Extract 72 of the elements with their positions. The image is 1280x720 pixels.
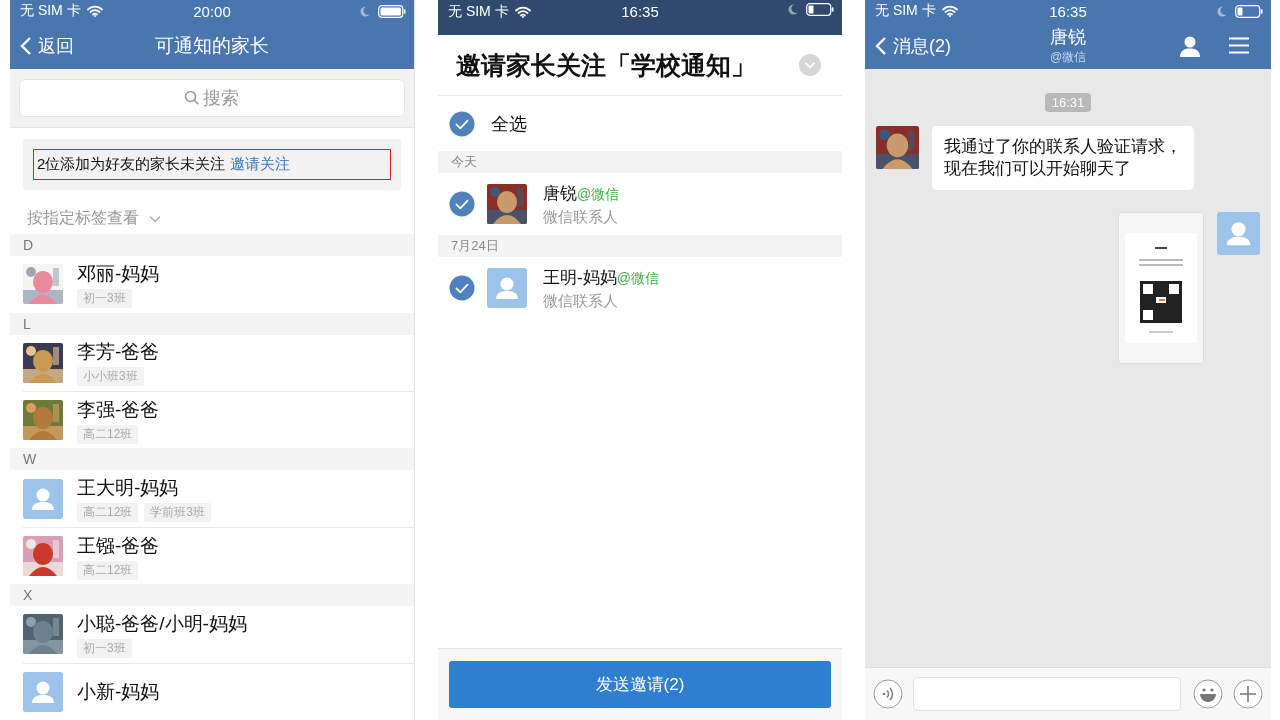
contact-row[interactable]: 王大明-妈妈 高二12班 学前班3班 bbox=[23, 470, 414, 527]
clock-time: 16:35 bbox=[621, 3, 659, 20]
contact-type: 微信联系人 bbox=[543, 207, 619, 227]
class-tag: 初一3班 bbox=[77, 638, 132, 658]
menu-icon[interactable] bbox=[1229, 37, 1249, 54]
notice-text: 2位添加为好友的家长未关注 邀请关注 bbox=[33, 149, 391, 180]
section-header: W bbox=[10, 448, 414, 471]
send-invite-button[interactable]: 发送邀请(2) bbox=[449, 661, 831, 708]
class-tag: 初一3班 bbox=[77, 288, 132, 308]
plus-icon[interactable] bbox=[1233, 679, 1263, 709]
back-icon bbox=[20, 35, 32, 56]
back-button[interactable]: 返回 bbox=[20, 33, 74, 58]
back-button[interactable]: 消息(2) bbox=[875, 33, 951, 58]
chat-title: 唐锐 bbox=[1050, 26, 1086, 49]
search-field[interactable]: 搜索 bbox=[19, 79, 405, 117]
search-icon bbox=[184, 90, 200, 106]
carrier-label: 无 SIM 卡 bbox=[875, 2, 936, 20]
moon-icon bbox=[360, 5, 370, 17]
contact-name: 王明-妈妈 bbox=[543, 266, 617, 289]
section-header: X bbox=[10, 584, 414, 607]
class-tag: 小小班3班 bbox=[77, 367, 144, 387]
select-all-label: 全选 bbox=[491, 112, 527, 136]
checkbox[interactable] bbox=[449, 275, 475, 301]
chevron-down-icon bbox=[149, 214, 161, 223]
contact-name: 邓丽-妈妈 bbox=[77, 261, 160, 286]
sheet-title: 邀请家长关注「学校通知」 bbox=[456, 49, 756, 81]
contact-name: 李强-爸爸 bbox=[77, 397, 160, 422]
section-header: L bbox=[10, 312, 414, 335]
invite-row[interactable]: 王明-妈妈@微信 微信联系人 bbox=[438, 257, 842, 319]
class-tag: 学前班3班 bbox=[144, 503, 212, 523]
chat-subtitle: @微信 bbox=[1049, 49, 1087, 66]
date-header: 7月24日 bbox=[438, 235, 842, 257]
message-input[interactable] bbox=[913, 677, 1181, 711]
carrier-label: 无 SIM 卡 bbox=[448, 3, 509, 21]
voice-icon[interactable] bbox=[873, 679, 903, 709]
contact-name: 唐锐 bbox=[543, 182, 577, 205]
moon-icon bbox=[788, 4, 798, 15]
message-bubble: 我通过了你的联系人验证请求，现在我们可以开始聊天了 bbox=[932, 126, 1194, 190]
time-badge: 16:31 bbox=[1044, 93, 1092, 112]
contact-row[interactable]: 小聪-爸爸/小明-妈妈 初一3班 bbox=[23, 606, 414, 663]
contact-type: 微信联系人 bbox=[543, 291, 619, 311]
contact-name: 小新-妈妈 bbox=[77, 679, 160, 704]
class-tag: 高二12班 bbox=[77, 424, 139, 444]
wifi-icon bbox=[86, 5, 103, 17]
clock-time: 16:35 bbox=[1049, 2, 1087, 20]
invite-link[interactable]: 邀请关注 bbox=[229, 155, 290, 172]
person-icon[interactable] bbox=[1179, 34, 1201, 57]
moon-icon bbox=[1217, 5, 1227, 17]
clock-time: 20:00 bbox=[193, 2, 231, 20]
class-tag: 高二12班 bbox=[77, 503, 139, 523]
contact-name: 王大明-妈妈 bbox=[77, 476, 180, 501]
checkbox[interactable] bbox=[449, 110, 475, 137]
contact-row[interactable]: 李芳-爸爸 小小班3班 bbox=[23, 334, 414, 392]
carrier-label: 无 SIM 卡 bbox=[20, 2, 81, 20]
emoji-icon[interactable] bbox=[1193, 679, 1223, 709]
wifi-icon bbox=[941, 5, 958, 17]
wifi-icon bbox=[514, 6, 531, 18]
invite-row[interactable]: 唐锐@微信 微信联系人 bbox=[438, 173, 842, 235]
screen-title: 可通知的家长 bbox=[155, 33, 269, 58]
checkbox[interactable] bbox=[449, 191, 475, 217]
back-icon bbox=[875, 35, 887, 56]
image-message[interactable] bbox=[1118, 212, 1204, 364]
contact-name: 王镪-爸爸 bbox=[77, 533, 160, 558]
source-label: @微信 bbox=[616, 269, 659, 288]
date-header: 今天 bbox=[438, 151, 842, 173]
contact-row[interactable]: 邓丽-妈妈 初一3班 bbox=[23, 256, 414, 313]
contact-row[interactable]: 小新-妈妈 bbox=[23, 662, 414, 720]
section-header: D bbox=[10, 234, 414, 257]
class-tag: 高二12班 bbox=[77, 560, 139, 580]
contact-name: 小聪-爸爸/小明-妈妈 bbox=[77, 611, 247, 636]
source-label: @微信 bbox=[577, 185, 620, 204]
contact-name: 李芳-爸爸 bbox=[77, 340, 160, 365]
